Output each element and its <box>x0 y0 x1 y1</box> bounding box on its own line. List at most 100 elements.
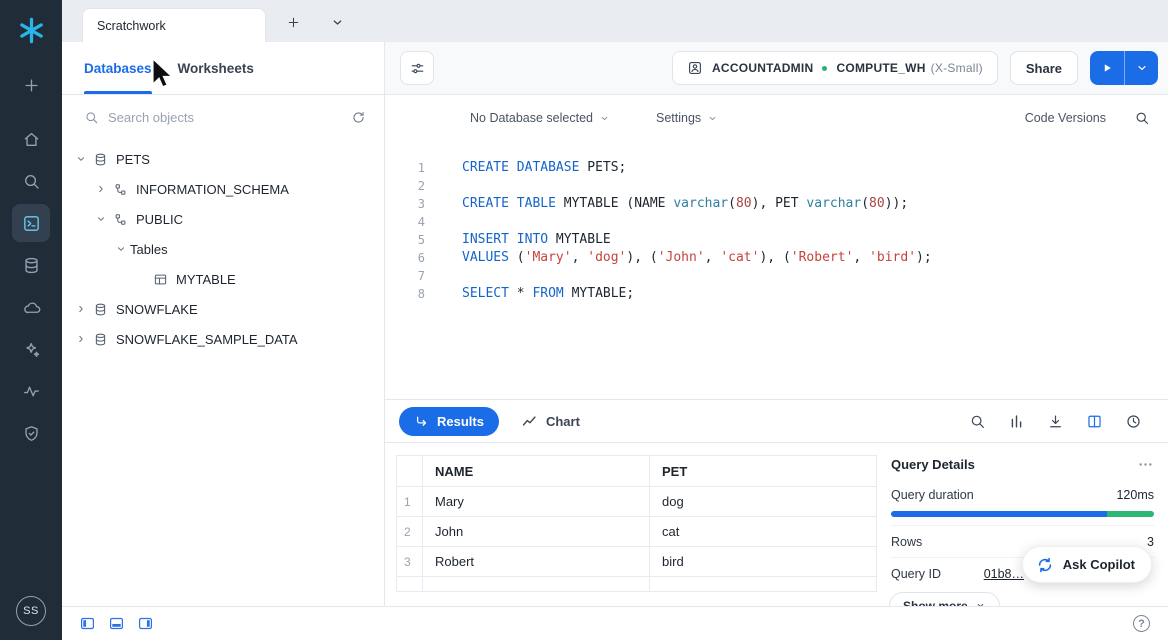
table-row[interactable]: 2Johncat <box>397 517 877 547</box>
table-icon <box>150 269 171 289</box>
rail-item-activity[interactable] <box>12 372 50 410</box>
search-input[interactable] <box>108 110 342 125</box>
history-icon <box>1125 413 1142 430</box>
code-versions-button[interactable]: Code Versions <box>1025 111 1106 125</box>
run-options-button[interactable] <box>1125 51 1158 85</box>
tree-item-pets[interactable]: PETS <box>62 144 384 174</box>
app-window: SS Scratchwork Databases Worksheets <box>0 0 1168 640</box>
row-number-header <box>397 456 423 487</box>
rail-item-copilot[interactable] <box>12 330 50 368</box>
new-worksheet-button[interactable] <box>278 7 308 37</box>
tree-item-mytable[interactable]: MYTABLE <box>62 264 384 294</box>
results-table-container: NAMEPET 1Marydog2Johncat3Robertbird <box>385 443 877 606</box>
more-menu-icon[interactable] <box>1137 456 1154 473</box>
columns-results-button[interactable] <box>1008 413 1025 430</box>
editor-line[interactable]: 2 <box>385 177 1168 195</box>
history-results-button[interactable] <box>1125 413 1142 430</box>
table-row[interactable]: 1Marydog <box>397 487 877 517</box>
rail-item-plus[interactable] <box>12 66 50 104</box>
editor-line[interactable]: 4 <box>385 213 1168 231</box>
database-selector[interactable]: No Database selected <box>470 111 610 125</box>
rail-item-search[interactable] <box>12 162 50 200</box>
split-results-button[interactable] <box>1086 413 1103 430</box>
search-icon <box>22 172 41 191</box>
chevron-down-icon[interactable] <box>72 150 90 168</box>
table-row-partial <box>397 577 877 592</box>
editor-line[interactable]: 3CREATE TABLE MYTABLE (NAME varchar(80),… <box>385 195 1168 213</box>
tab-results[interactable]: Results <box>399 407 499 436</box>
rail-item-worksheets[interactable] <box>12 204 50 242</box>
chevron-right-icon[interactable] <box>72 300 90 318</box>
sql-editor[interactable]: 1CREATE DATABASE PETS;23CREATE TABLE MYT… <box>385 141 1168 399</box>
panel-right-toggle[interactable] <box>138 616 153 631</box>
chevron-down-icon <box>1135 61 1149 75</box>
panel-left-toggle[interactable] <box>80 616 95 631</box>
home-icon <box>22 130 41 149</box>
panel-bottom-toggle[interactable] <box>109 616 124 631</box>
editor-line[interactable]: 1CREATE DATABASE PETS; <box>385 159 1168 177</box>
snowflake-logo[interactable] <box>13 12 49 48</box>
chevron-down-icon[interactable] <box>92 210 110 228</box>
rail-item-cloud[interactable] <box>12 288 50 326</box>
tab-worksheets[interactable]: Worksheets <box>178 42 254 94</box>
search-icon <box>969 413 986 430</box>
show-more-button[interactable]: Show more <box>889 592 1000 606</box>
share-button[interactable]: Share <box>1010 51 1078 85</box>
column-header-name[interactable]: NAME <box>423 456 650 487</box>
editor-line[interactable]: 7 <box>385 267 1168 285</box>
settings-dropdown[interactable]: Settings <box>656 111 718 125</box>
query-id-link[interactable]: 01b8… <box>984 567 1024 581</box>
sidebar-tabs: Databases Worksheets <box>62 42 384 95</box>
help-button[interactable]: ? <box>1133 615 1150 632</box>
editor-line[interactable]: 5INSERT INTO MYTABLE <box>385 231 1168 249</box>
panel-left-icon <box>80 616 95 631</box>
panel-right-icon <box>138 616 153 631</box>
play-icon <box>1100 61 1114 75</box>
rail-item-data[interactable] <box>12 246 50 284</box>
tab-list-button[interactable] <box>322 7 352 37</box>
tree-item-snowflake[interactable]: SNOWFLAKE <box>62 294 384 324</box>
tab-chart[interactable]: Chart <box>521 413 580 430</box>
editor-line[interactable]: 8SELECT * FROM MYTABLE; <box>385 285 1168 303</box>
search-results-button[interactable] <box>969 413 986 430</box>
column-header-pet[interactable]: PET <box>650 456 877 487</box>
worksheet-header: ACCOUNTADMIN COMPUTE_WH (X-Small) Share <box>385 42 1168 95</box>
worksheet-tab-label: Scratchwork <box>97 19 166 33</box>
chevron-right-icon[interactable] <box>72 330 90 348</box>
plus-icon <box>286 15 301 30</box>
table-row[interactable]: 3Robertbird <box>397 547 877 577</box>
data-icon <box>22 256 41 275</box>
editor-line[interactable]: 6VALUES ('Mary', 'dog'), ('John', 'cat')… <box>385 249 1168 267</box>
context-selector[interactable]: ACCOUNTADMIN COMPUTE_WH (X-Small) <box>672 51 998 85</box>
chevron-down-icon[interactable] <box>112 240 130 258</box>
tab-databases[interactable]: Databases <box>84 42 152 94</box>
settings-label: Settings <box>656 111 701 125</box>
copilot-icon <box>22 340 41 359</box>
search-icon[interactable] <box>1134 110 1150 126</box>
chevron-right-icon[interactable] <box>92 180 110 198</box>
worksheet-main: ACCOUNTADMIN COMPUTE_WH (X-Small) Share <box>385 42 1168 606</box>
statusbar: ? <box>62 606 1168 640</box>
sliders-icon <box>409 60 426 77</box>
refresh-icon[interactable] <box>351 110 366 125</box>
worksheet-tab-scratchwork[interactable]: Scratchwork <box>82 8 266 42</box>
rail-item-home[interactable] <box>12 120 50 158</box>
tree-item-public[interactable]: PUBLIC <box>62 204 384 234</box>
ask-copilot-button[interactable]: Ask Copilot <box>1022 546 1152 583</box>
rail-item-admin[interactable] <box>12 414 50 452</box>
database-shared-icon <box>90 329 111 349</box>
run-button[interactable] <box>1090 51 1125 85</box>
download-results-button[interactable] <box>1047 413 1064 430</box>
user-avatar[interactable]: SS <box>16 596 46 626</box>
display-options-button[interactable] <box>400 51 434 85</box>
query-duration-value: 120ms <box>1116 488 1154 502</box>
tree-item-tables[interactable]: Tables <box>62 234 384 264</box>
tree-item-snowflake_sample_data[interactable]: SNOWFLAKE_SAMPLE_DATA <box>62 324 384 354</box>
chart-icon <box>521 413 538 430</box>
split-icon <box>1086 413 1103 430</box>
copilot-icon <box>1036 556 1054 574</box>
snowflake-icon <box>17 16 46 45</box>
worksheet-toolbar: No Database selected Settings Code Versi… <box>385 95 1168 141</box>
tree-item-information_schema[interactable]: INFORMATION_SCHEMA <box>62 174 384 204</box>
download-icon <box>1047 413 1064 430</box>
